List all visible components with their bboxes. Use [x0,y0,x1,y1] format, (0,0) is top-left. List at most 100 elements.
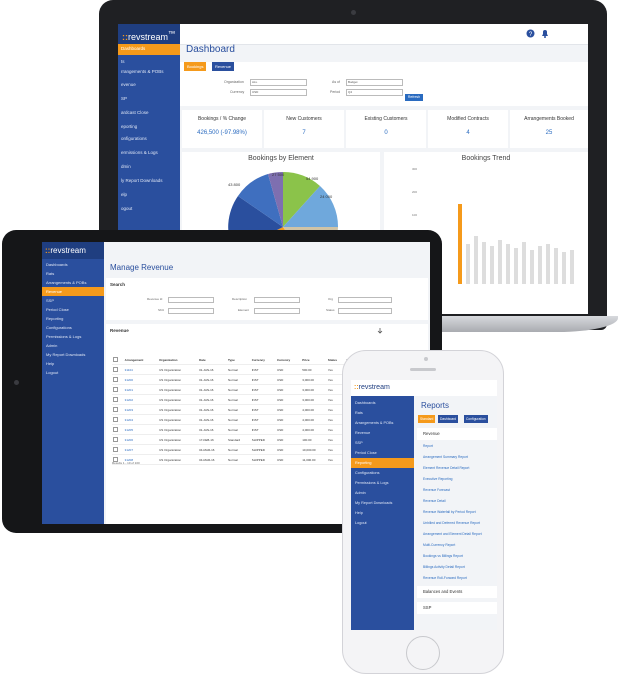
phone-sidebar-item[interactable]: Configurations [351,468,414,478]
phone-sidebar-item[interactable]: Period Close [351,448,414,458]
tablet-sidebar-item[interactable]: SSP [42,296,104,305]
row-checkbox[interactable] [112,374,124,385]
tablet-logo[interactable]: ::revstream [42,242,104,259]
report-link[interactable]: Revenue Roll-Forward Report [423,576,467,580]
section-ssp[interactable]: SSP [417,602,497,614]
bell-icon[interactable] [541,29,549,38]
tablet-sidebar-item[interactable]: Configurations [42,323,104,332]
tablet-sidebar-item[interactable]: Logout [42,368,104,377]
arrangement-link[interactable]: 31201 [123,384,159,395]
row-checkbox[interactable] [112,364,124,375]
phone-sidebar-item[interactable]: SSP [351,438,414,448]
laptop-sidebar-item[interactable]: SP [121,96,179,106]
organization-select[interactable]: ALL [250,79,307,86]
arrangement-link[interactable]: 31204 [123,414,159,425]
arrangement-link[interactable]: 31200 [123,374,159,385]
column-header[interactable]: Price [301,355,327,365]
currency-select[interactable]: USD [250,89,307,96]
column-header[interactable]: Status [326,355,346,365]
report-link[interactable]: Unbilled and Deferred Revenue Report [423,521,480,525]
section-revenue[interactable]: Revenue [417,428,497,440]
tablet-sidebar-item[interactable]: Rats [42,269,104,278]
phone-home-button[interactable] [406,636,440,670]
tablet-sidebar-item[interactable]: Period Close [42,305,104,314]
phone-sidebar-item[interactable]: My Report Downloads [351,498,414,508]
row-checkbox[interactable] [112,394,124,405]
phone-sidebar-item[interactable]: Revenue [351,428,414,438]
phone-sidebar-item[interactable]: Dashboards [351,398,414,408]
report-link[interactable]: Arrangement Summary Report [423,455,468,459]
select-all-checkbox[interactable] [112,355,124,365]
tab-bookings[interactable]: Bookings [184,62,207,71]
report-link[interactable]: Revenue Waterfall by Period Report [423,510,476,514]
element-input[interactable] [254,308,300,314]
description-input[interactable] [254,297,300,303]
tablet-sidebar-item[interactable]: Help [42,359,104,368]
column-header[interactable]: Organization [158,355,199,365]
section-balances-events[interactable]: Balances and Events [417,586,497,598]
tablet-sidebar-item[interactable]: Permissions & Logs [42,332,104,341]
row-checkbox[interactable] [112,414,124,425]
phone-sidebar-item[interactable]: Help [351,508,414,518]
help-icon[interactable]: ? [526,29,535,38]
laptop-sidebar-item[interactable]: Dashboards [121,46,179,56]
arrangement-link[interactable]: 31203 [123,404,159,415]
report-link[interactable]: Revenue Forecast [423,488,450,492]
period-select[interactable]: Q4 [346,89,403,96]
laptop-sidebar-item[interactable]: ermissions & Logs [121,150,179,160]
laptop-sidebar-item[interactable]: eporting [121,124,179,134]
refresh-button[interactable]: Refresh [405,94,423,101]
tablet-sidebar-item[interactable]: Arrangements & POBs [42,278,104,287]
arrangement-link[interactable]: 31205 [123,424,159,435]
laptop-sidebar-item[interactable]: ly Report Downloads [121,178,179,188]
as-of-select[interactable]: Budget [346,79,403,86]
report-link[interactable]: Executive Reporting [423,477,453,481]
laptop-sidebar-item[interactable]: rrangements & POBs [121,69,179,79]
phone-sidebar-item[interactable]: Arrangements & POBs [351,418,414,428]
tablet-sidebar-item[interactable]: My Report Downloads [42,350,104,359]
laptop-logo[interactable]: ::revstream™ [118,24,180,44]
arrangement-link[interactable]: 31202 [123,394,159,405]
row-checkbox[interactable] [112,444,124,455]
laptop-sidebar-item[interactable]: ts [121,59,179,69]
column-header[interactable]: Type [227,355,251,365]
column-header[interactable]: Date [198,355,228,365]
revenue-id-input[interactable] [168,297,214,303]
row-checkbox[interactable] [112,384,124,395]
tablet-sidebar-item[interactable]: Revenue [42,287,104,296]
phone-sidebar-item[interactable]: Reporting [351,458,414,468]
row-checkbox[interactable] [112,404,124,415]
report-link[interactable]: Billings Activity Detail Report [423,565,465,569]
phone-logo[interactable]: ::revstream [351,380,414,396]
tab-dashboard[interactable]: Dashboard [438,415,459,423]
phone-sidebar-item[interactable]: Rats [351,408,414,418]
column-header[interactable]: Arrangement [123,355,159,365]
laptop-sidebar-item[interactable]: dmin [121,164,179,174]
org-input[interactable] [338,297,392,303]
arrangement-link[interactable]: 31104 [123,364,159,375]
column-header[interactable]: Currency [250,355,276,365]
phone-sidebar-item[interactable]: Logout [351,518,414,528]
sku-input[interactable] [168,308,214,314]
arrangement-link[interactable]: 31206 [123,434,159,445]
phone-sidebar-item[interactable]: Admin [351,488,414,498]
tablet-sidebar-item[interactable]: Admin [42,341,104,350]
row-checkbox[interactable] [112,424,124,435]
laptop-sidebar-item[interactable]: ardcast Close [121,110,179,120]
arrangement-link[interactable]: 31207 [123,444,159,455]
row-checkbox[interactable] [112,434,124,445]
report-link[interactable]: Bookings vs Billings Report [423,554,463,558]
status-input[interactable] [338,308,392,314]
report-link[interactable]: Report [423,444,433,448]
tab-configuration[interactable]: Configuration [464,415,488,423]
tablet-sidebar-item[interactable]: Reporting [42,314,104,323]
report-link[interactable]: Multi-Currency Report [423,543,455,547]
laptop-sidebar-item[interactable]: elp [121,192,179,202]
tab-standard[interactable]: Standard [418,415,436,423]
laptop-sidebar-item[interactable]: evenue [121,82,179,92]
phone-sidebar-item[interactable]: Permissions & Logs [351,478,414,488]
report-link[interactable]: Arrangement and Element Detail Report [423,532,482,536]
report-link[interactable]: Revenue Detail [423,499,446,503]
laptop-sidebar-item[interactable]: onfigurations [121,136,179,146]
column-header[interactable]: Currency [275,355,302,365]
